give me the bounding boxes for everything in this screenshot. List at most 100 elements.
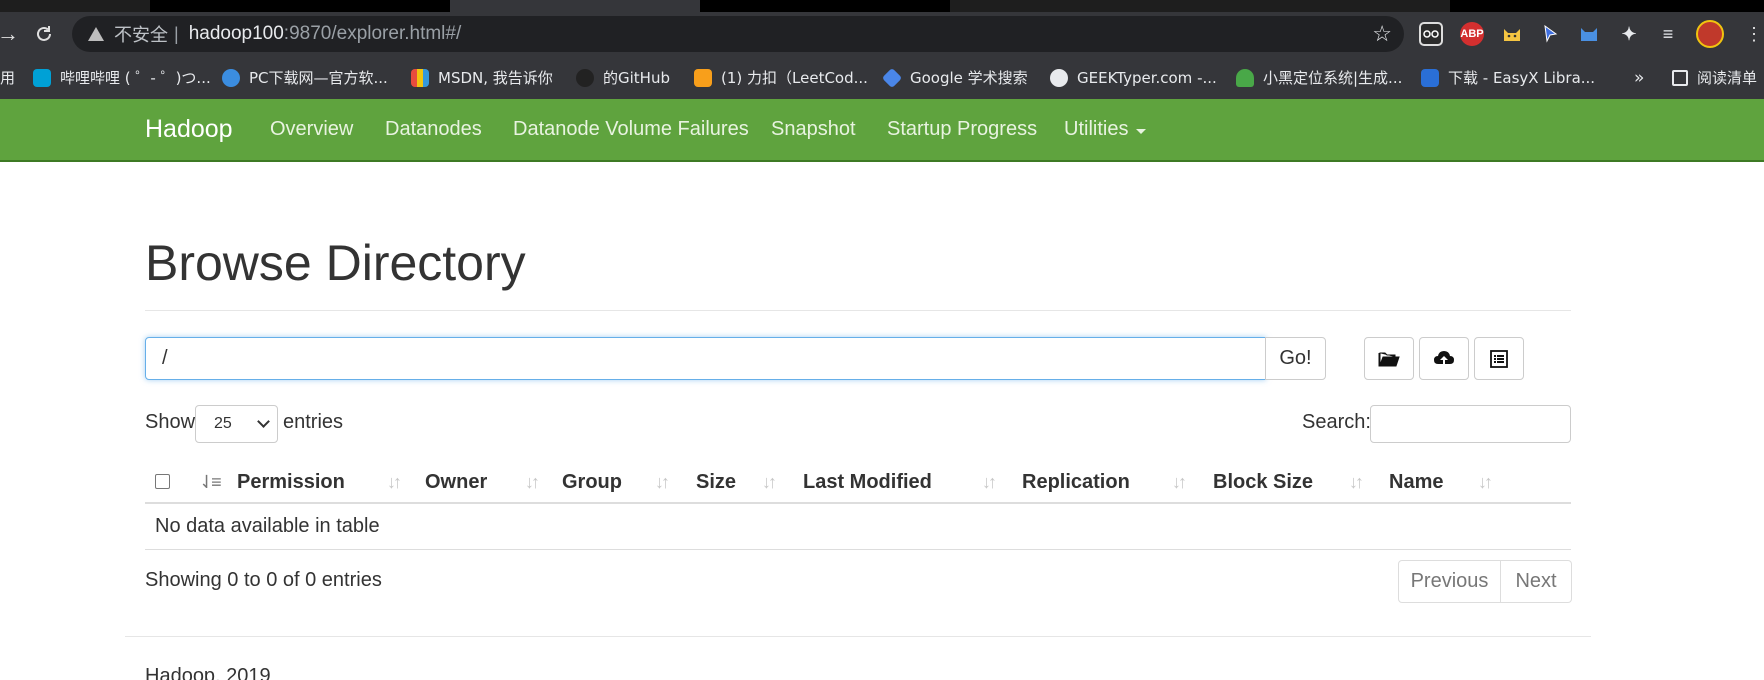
table-empty-row: No data available in table xyxy=(145,504,1571,550)
folder-open-icon xyxy=(1378,352,1400,366)
insecure-label: 不安全 xyxy=(114,25,168,46)
pagination: Previous Next xyxy=(1398,560,1572,603)
bookmark-item[interactable]: 哔哩哔哩 ( ゜- ゜)つ... xyxy=(33,56,211,99)
column-replication[interactable]: Replication xyxy=(1022,462,1130,502)
puzzle-icon[interactable]: ✦ xyxy=(1617,22,1641,46)
bookmark-label: PC下载网—官方软... xyxy=(249,69,388,87)
column-last-modified[interactable]: Last Modified xyxy=(803,462,932,502)
browser-tab[interactable] xyxy=(950,0,1200,12)
go-button[interactable]: Go! xyxy=(1265,337,1326,380)
sort-icon[interactable]: ↓↑ xyxy=(1349,462,1364,502)
bookmark-item[interactable]: PC下载网—官方软... xyxy=(222,56,388,99)
github-cat-icon[interactable] xyxy=(1577,22,1601,46)
bilibili-icon xyxy=(33,68,51,87)
sort-icon[interactable]: ↓↑ xyxy=(1172,462,1187,502)
reading-list-label: 阅读清单 xyxy=(1697,69,1758,87)
cursor-ext-icon[interactable] xyxy=(1538,22,1562,46)
bookmark-item[interactable]: 小黑定位系统|生成... xyxy=(1236,56,1402,99)
column-permission[interactable]: Permission xyxy=(237,462,345,502)
bookmark-label: MSDN, 我告诉你 xyxy=(438,69,553,87)
reading-list-icon xyxy=(1672,69,1688,86)
column-size[interactable]: Size xyxy=(696,462,736,502)
bookmark-item[interactable]: 的GitHub xyxy=(576,56,670,99)
table-header: ⇃≡ Permission ↓↑ Owner ↓↑ Group ↓↑ Size … xyxy=(145,462,1571,504)
cat-ext-icon[interactable] xyxy=(1500,22,1524,46)
nav-startup-progress[interactable]: Startup Progress xyxy=(887,99,1037,160)
upload-button[interactable] xyxy=(1419,337,1469,380)
entries-label: entries xyxy=(283,411,344,433)
bookmark-label: (1) 力扣（LeetCod... xyxy=(721,69,868,87)
profile-avatar[interactable] xyxy=(1696,20,1724,48)
bookmark-label: 下载 - EasyX Libra... xyxy=(1448,69,1596,87)
bookmarks-bar: 用 哔哩哔哩 ( ゜- ゜)つ... PC下载网—官方软... MSDN, 我告… xyxy=(0,56,1764,99)
menu-icon[interactable]: ⋮ xyxy=(1744,12,1764,56)
create-directory-button[interactable] xyxy=(1364,337,1414,380)
reading-list[interactable]: 阅读清单 xyxy=(1672,56,1757,99)
list-alt-icon xyxy=(1490,349,1508,368)
sort-icon[interactable]: ↓↑ xyxy=(387,462,402,502)
browser-tab[interactable] xyxy=(0,0,150,12)
bookmark-item[interactable]: Google 学术搜索 xyxy=(881,56,1028,99)
bookmark-item[interactable]: MSDN, 我告诉你 xyxy=(411,56,553,99)
column-name[interactable]: Name xyxy=(1389,462,1443,502)
entries-per-page-select[interactable]: 25 xyxy=(195,405,278,443)
nav-datanode-volume-failures[interactable]: Datanode Volume Failures xyxy=(513,99,749,160)
chevron-down-icon xyxy=(257,415,270,428)
browser-tab-active[interactable] xyxy=(450,0,700,12)
more-bookmarks-chevron[interactable]: » xyxy=(1634,56,1644,99)
cut-paste-button[interactable] xyxy=(1474,337,1524,380)
next-button[interactable]: Next xyxy=(1501,560,1572,603)
bookmark-star-icon[interactable]: ☆ xyxy=(1372,21,1392,47)
sort-icon[interactable]: ↓↑ xyxy=(982,462,997,502)
cloud-upload-icon xyxy=(1434,350,1454,366)
bookmark-item[interactable]: (1) 力扣（LeetCod... xyxy=(694,56,868,99)
bookmark-label: 哔哩哔哩 ( ゜- ゜)つ... xyxy=(60,69,211,87)
select-all-checkbox[interactable] xyxy=(155,474,170,489)
separator: | xyxy=(174,23,179,44)
sort-icon[interactable]: ↓↑ xyxy=(1478,462,1493,502)
column-block-size[interactable]: Block Size xyxy=(1213,462,1313,502)
bookmark-item[interactable]: GEEKTyper.com -... xyxy=(1050,56,1217,99)
sort-icon[interactable]: ↓↑ xyxy=(655,462,670,502)
globe-icon xyxy=(1050,68,1068,87)
column-group[interactable]: Group xyxy=(562,462,622,502)
nav-snapshot[interactable]: Snapshot xyxy=(771,99,856,160)
bookmark-label: 小黑定位系统|生成... xyxy=(1263,69,1403,87)
browser-toolbar: → 不安全 | hadoop100:9870/explorer.html#/ ☆… xyxy=(0,12,1764,56)
browser-tab-strip xyxy=(0,0,1764,12)
entries-select-value: 25 xyxy=(214,415,232,432)
table-info: Showing 0 to 0 of 0 entries xyxy=(145,569,382,591)
nav-utilities-label: Utilities xyxy=(1064,118,1129,140)
directory-path-input[interactable] xyxy=(145,337,1266,380)
apps-bookmark[interactable]: 用 xyxy=(0,56,15,99)
address-bar[interactable]: 不安全 | hadoop100:9870/explorer.html#/ ☆ xyxy=(72,16,1404,52)
adblock-plus-icon[interactable]: ABP xyxy=(1460,22,1484,46)
search-input[interactable] xyxy=(1370,405,1571,443)
navbar-brand[interactable]: Hadoop xyxy=(145,99,233,160)
bookmark-label: Google 学术搜索 xyxy=(910,69,1028,87)
nav-datanodes[interactable]: Datanodes xyxy=(385,99,482,160)
reload-icon[interactable] xyxy=(30,12,58,56)
footer-divider xyxy=(125,636,1591,637)
pc-download-icon xyxy=(222,68,240,87)
search-label: Search: xyxy=(1302,411,1371,433)
browser-tab[interactable] xyxy=(1200,0,1450,12)
ghost-ext-icon[interactable] xyxy=(1419,22,1443,46)
column-owner[interactable]: Owner xyxy=(425,462,487,502)
media-control-icon[interactable]: ≡ xyxy=(1656,22,1680,46)
sort-icon[interactable]: ↓↑ xyxy=(525,462,540,502)
sort-amount-icon[interactable]: ⇃≡ xyxy=(199,462,222,502)
page-title: Browse Directory xyxy=(145,235,526,291)
bookmark-label: GEEKTyper.com -... xyxy=(1077,68,1217,87)
nav-overview[interactable]: Overview xyxy=(270,99,353,160)
github-icon xyxy=(576,68,594,87)
caret-down-icon xyxy=(1136,128,1147,134)
forward-arrow-icon[interactable]: → xyxy=(0,12,19,56)
nav-utilities-dropdown[interactable]: Utilities xyxy=(1064,99,1147,160)
footer-text: Hadoop, 2019 xyxy=(145,665,271,680)
sort-icon[interactable]: ↓↑ xyxy=(762,462,777,502)
bookmark-item[interactable]: 下载 - EasyX Libra... xyxy=(1421,56,1595,99)
title-divider xyxy=(145,310,1571,311)
previous-button[interactable]: Previous xyxy=(1398,560,1501,603)
msdn-icon xyxy=(411,68,429,87)
